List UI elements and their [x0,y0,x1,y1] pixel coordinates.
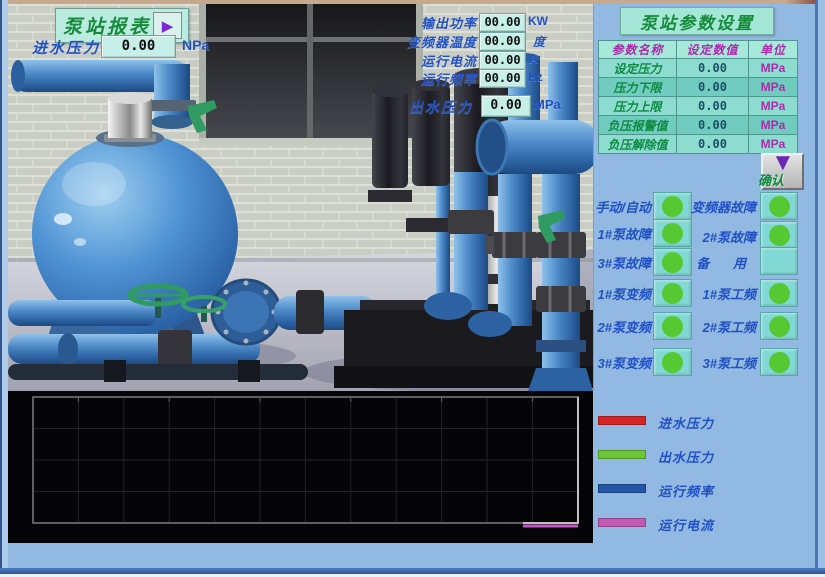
legend-label-inlet-pressure: 进水压力 [658,413,714,432]
param-name: 压力下限 [599,78,677,97]
status-label-pump2-vfd: 2#泵变频 [598,317,651,336]
legend-swatch-outlet-pressure [598,450,646,459]
running-current-unit: A [529,52,538,66]
status-label-spare: 备 用 [696,253,756,272]
legend-swatch-inlet-pressure [598,416,646,425]
lamp-circle [662,196,683,217]
status-label-pump1-mains: 1#泵工频 [703,284,756,303]
running-frequency-unit: Hz [528,70,543,84]
pump-station-3d-view: 泵站报表 ▶ 进水压力 0.00 NPa 输出功率 00.00 KW 变频器温度… [8,4,594,392]
lamp-circle [662,223,683,244]
lamp-circle [769,196,790,217]
lamp-circle [662,352,683,373]
parameter-table: 参数名称 设定数值 单位 设定压力 0.00 MPa 压力下限 0.00 MPa… [598,40,798,154]
param-value-input[interactable]: 0.00 [677,135,749,154]
legend-label-running-frequency: 运行频率 [658,481,714,500]
running-current-value: 00.00 [479,51,526,70]
legend-label-outlet-pressure: 出水压力 [658,447,714,466]
table-row: 负压报警值 0.00 MPa [599,116,798,135]
lamp-circle [662,283,683,304]
output-power-label: 输出功率 [308,13,477,32]
window-border-right-edge [818,0,825,577]
inverter-temp-unit: 度 [533,33,545,50]
pump2-vfd-lamp [653,312,692,340]
legend-swatch-running-current [598,518,646,527]
manual-auto-lamp[interactable] [653,192,692,220]
param-name: 负压报警值 [599,116,677,135]
status-label-pump1-fault: 1#泵故障 [598,224,651,243]
pump3-fault-lamp [653,248,692,276]
param-unit: MPa [749,78,798,97]
inverter-temp-value: 00.00 [479,32,526,51]
param-name: 压力上限 [599,97,677,116]
pump1-vfd-lamp [653,279,692,307]
param-value-input[interactable]: 0.00 [677,116,749,135]
spare-lamp [760,247,798,275]
inlet-pressure-unit: NPa [182,37,209,53]
legend-label-running-current: 运行电流 [658,515,714,534]
col-header-name: 参数名称 [599,41,677,59]
inlet-pressure-label: 进水压力 [16,37,100,58]
lamp-circle [769,316,790,337]
status-label-inverter-fault: 变频器故障 [691,197,756,216]
pump2-mains-lamp [760,312,798,340]
inlet-pressure-value: 0.00 [101,35,176,58]
running-frequency-value: 00.00 [479,69,526,88]
param-unit: MPa [749,116,798,135]
status-label-pump3-mains: 3#泵工频 [703,353,756,372]
lamp-circle [662,252,683,273]
window-border-left-inner [2,0,8,577]
table-row: 压力下限 0.00 MPa [599,78,798,97]
pump2-fault-lamp [760,221,798,249]
table-row: 压力上限 0.00 MPa [599,97,798,116]
hmi-screen: 泵站报表 ▶ 进水压力 0.00 NPa 输出功率 00.00 KW 变频器温度… [0,0,825,577]
pump1-fault-lamp [653,219,692,247]
manifold-header-pipe [477,120,593,174]
col-header-value: 设定数值 [677,41,749,59]
param-name: 设定压力 [599,59,677,78]
lamp-circle [769,283,790,304]
confirm-button-label: 确认 [758,170,784,189]
status-label-pump1-vfd: 1#泵变频 [598,284,651,303]
output-power-value: 00.00 [479,13,526,32]
param-value-input[interactable]: 0.00 [677,97,749,116]
settings-panel-title: 泵站参数设置 [620,7,774,35]
table-row: 设定压力 0.00 MPa [599,59,798,78]
pump1-mains-lamp [760,279,798,307]
inverter-fault-lamp [760,192,798,220]
param-value-input[interactable]: 0.00 [677,59,749,78]
running-frequency-label: 运行频率 [308,69,477,88]
lamp-circle [769,225,790,246]
status-label-pump2-mains: 2#泵工频 [703,317,756,336]
outlet-pressure-unit: MPa [534,97,561,112]
table-row: 负压解除值 0.00 MPa [599,135,798,154]
legend-swatch-running-frequency [598,484,646,493]
lamp-circle [662,316,683,337]
output-power-unit: KW [528,14,548,28]
inverter-temp-label: 变频器温度 [308,32,477,51]
trend-chart-grid [8,391,593,543]
outlet-pressure-value: 0.00 [481,95,531,117]
col-header-unit: 单位 [749,41,798,59]
status-label-pump3-fault: 3#泵故障 [598,253,651,272]
confirm-button[interactable]: ▼ 确认 [761,153,804,190]
outlet-pressure-label: 出水压力 [308,97,473,117]
lamp-circle [769,352,790,373]
param-name: 负压解除值 [599,135,677,154]
status-label-manual-auto: 手动/自动 [595,197,651,216]
pump3-mains-lamp [760,348,798,376]
status-label-pump3-vfd: 3#泵变频 [598,353,651,372]
param-unit: MPa [749,59,798,78]
pump3-vfd-lamp [653,348,692,376]
window-border-top [2,0,818,4]
status-label-pump2-fault: 2#泵故障 [703,227,756,246]
running-current-label: 运行电流 [308,51,477,70]
param-unit: MPa [749,97,798,116]
param-value-input[interactable]: 0.00 [677,78,749,97]
trend-chart [8,391,593,543]
